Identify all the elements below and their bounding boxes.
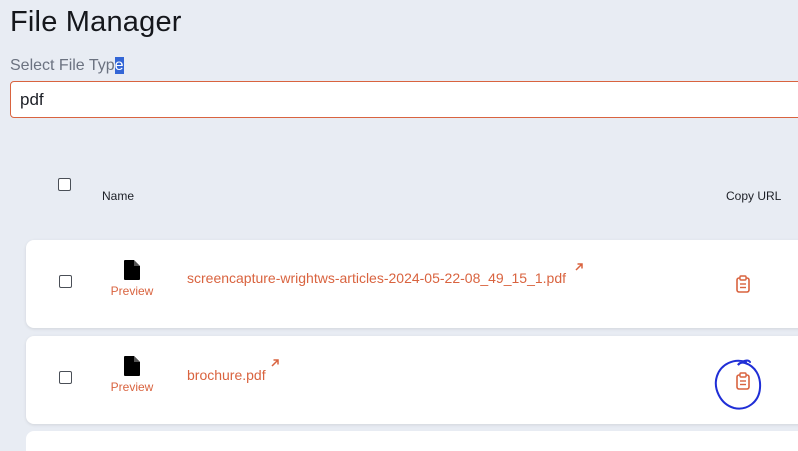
select-all-checkbox[interactable] <box>58 178 71 191</box>
external-link-icon[interactable] <box>574 262 584 272</box>
table-row: Preview brochure.pdf <box>26 336 798 424</box>
column-header-name: Name <box>102 189 135 203</box>
page-title: File Manager <box>10 6 182 38</box>
preview-link[interactable]: Preview <box>102 284 162 298</box>
next-row-partial <box>26 431 798 451</box>
file-type-input[interactable] <box>10 81 798 118</box>
file-type-label: Select File Type <box>10 57 124 75</box>
file-type-label-text: Select File Typ <box>10 57 115 74</box>
column-header-copy-url: Copy URL <box>726 189 782 203</box>
file-name-link[interactable]: brochure.pdf <box>187 367 266 383</box>
file-icon[interactable] <box>123 260 141 280</box>
file-type-label-selected-text: e <box>114 57 124 74</box>
file-icon[interactable] <box>123 356 141 376</box>
file-name-link[interactable]: screencapture-wrightws-articles-2024-05-… <box>187 270 566 286</box>
table-row: Preview screencapture-wrightws-articles-… <box>26 240 798 328</box>
row-checkbox[interactable] <box>59 275 72 288</box>
row-checkbox[interactable] <box>59 371 72 384</box>
preview-link[interactable]: Preview <box>102 380 162 394</box>
clipboard-icon[interactable] <box>735 275 751 293</box>
external-link-icon[interactable] <box>270 358 280 368</box>
annotation-circle <box>715 359 762 410</box>
